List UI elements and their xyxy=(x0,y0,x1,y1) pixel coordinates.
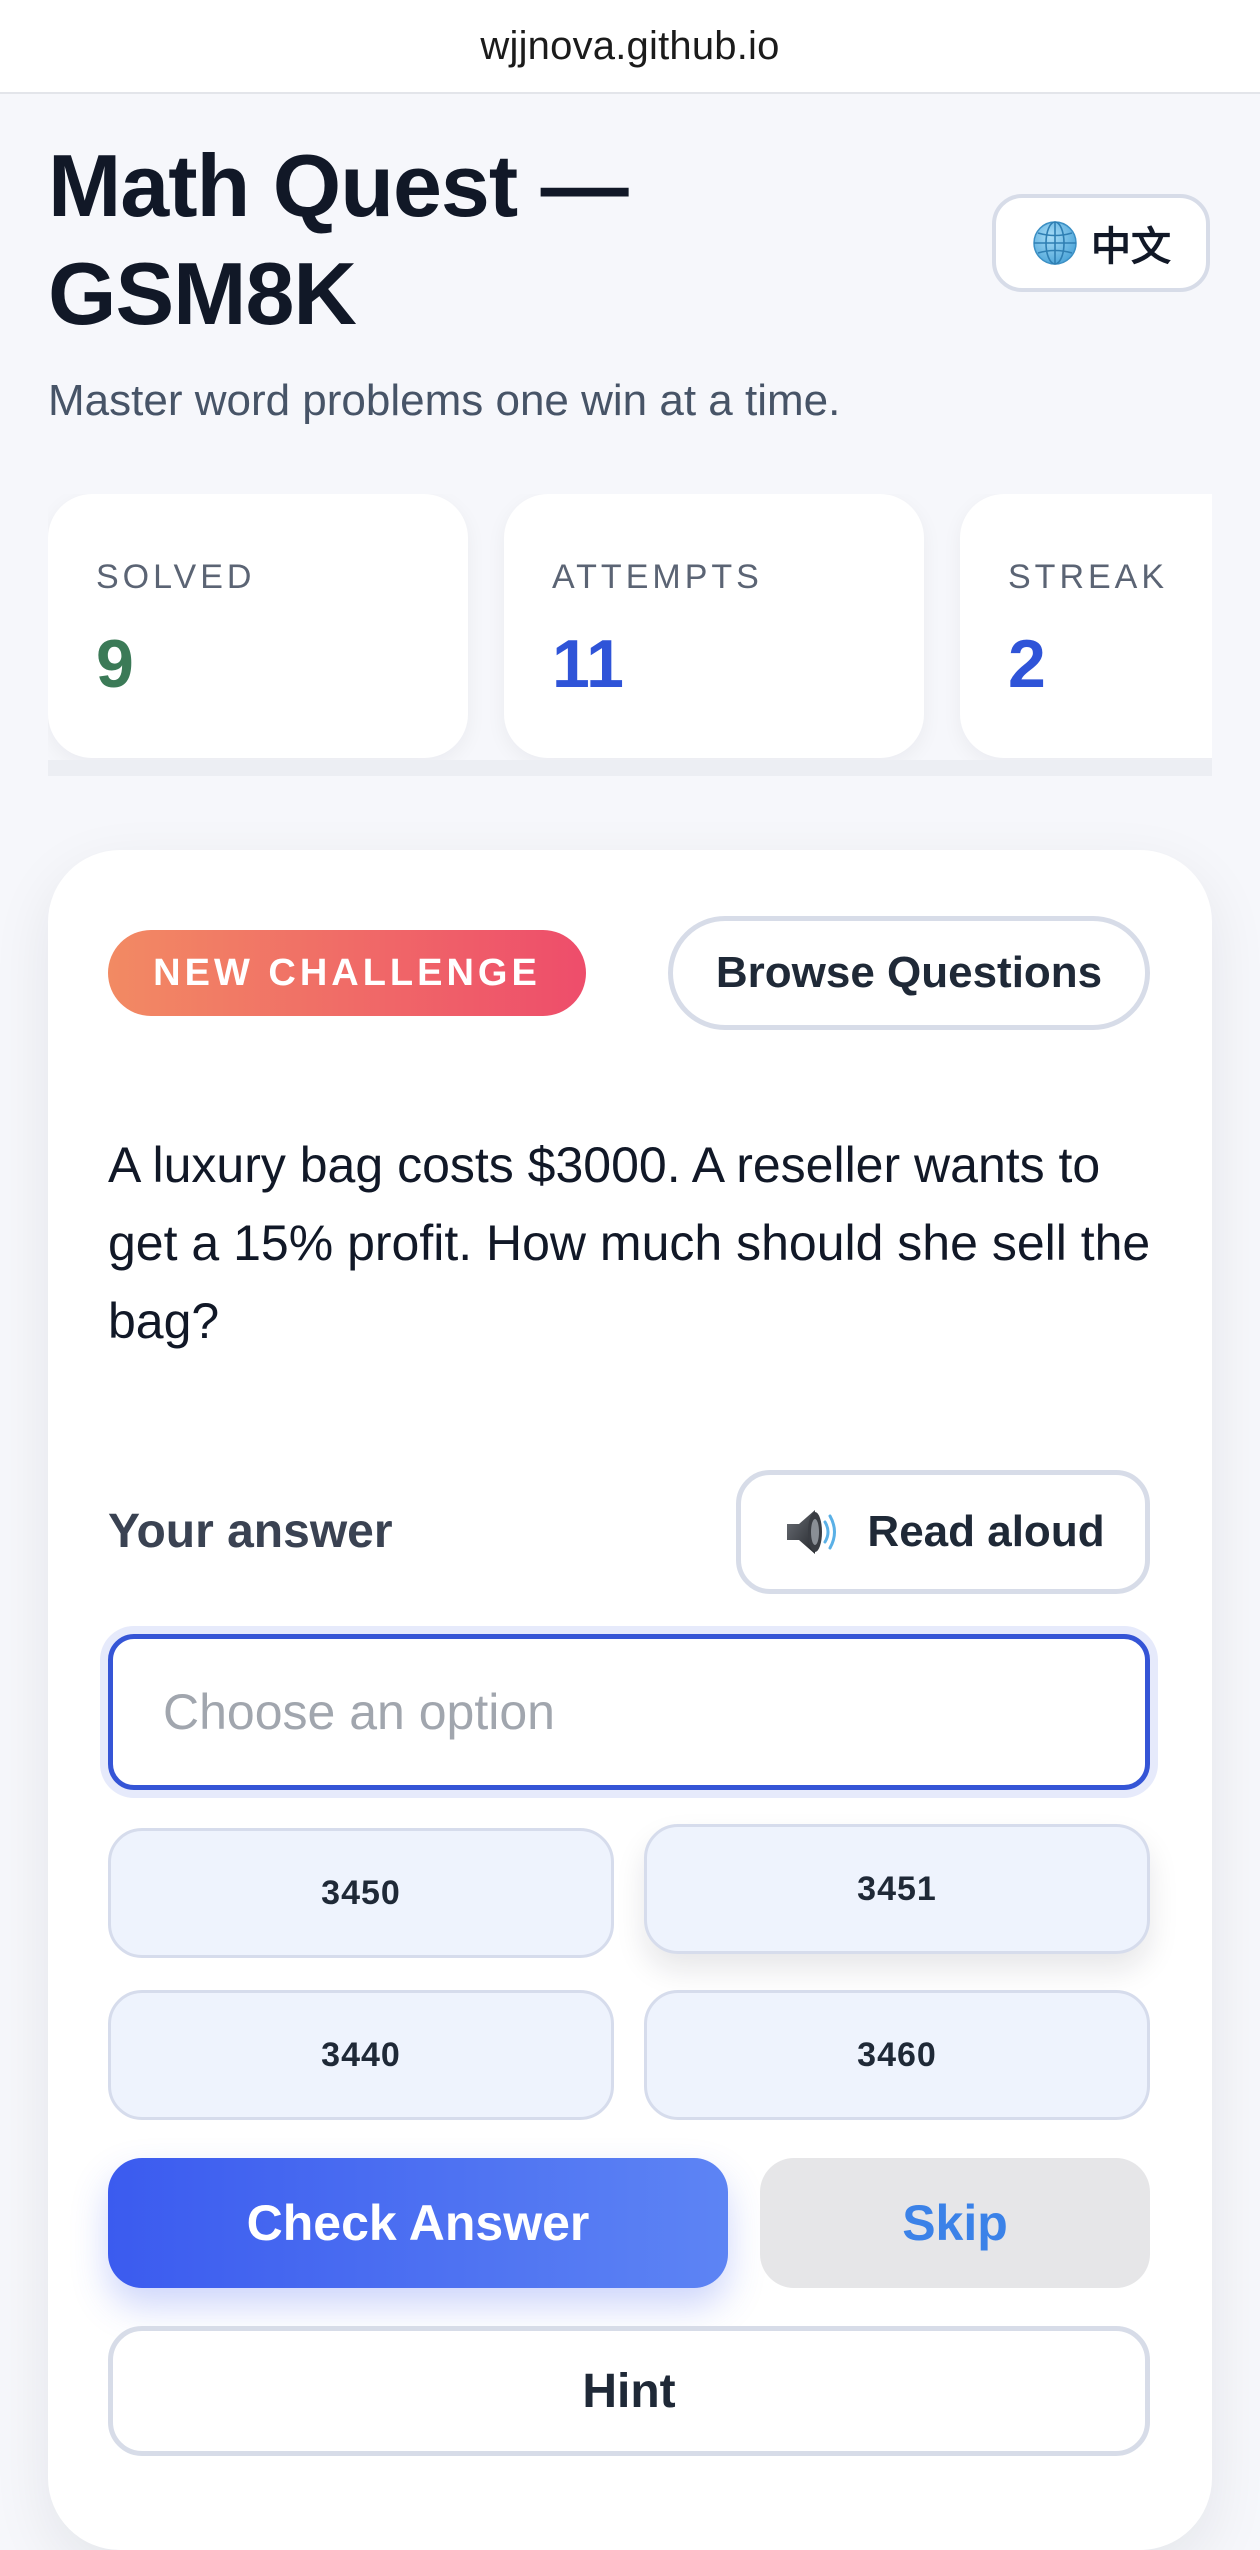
answer-option-3451[interactable]: 3451 xyxy=(644,1824,1150,1954)
answer-option-3440[interactable]: 3440 xyxy=(108,1990,614,2120)
language-toggle-button[interactable]: 中文 xyxy=(992,194,1210,292)
speaker-icon xyxy=(787,1510,837,1554)
page-subtitle: Master word problems one win at a time. xyxy=(48,376,841,425)
url-text[interactable]: wjjnova.github.io xyxy=(480,24,779,69)
stat-card-attempts: ATTEMPTS 11 xyxy=(504,494,924,758)
stats-scrollbar[interactable] xyxy=(48,760,1212,776)
stat-label: STREAK xyxy=(1008,558,1169,596)
browse-questions-button[interactable]: Browse Questions xyxy=(668,916,1150,1030)
stat-value-attempts: 11 xyxy=(552,626,624,702)
stat-value-streak: 2 xyxy=(1008,626,1046,702)
read-aloud-label: Read aloud xyxy=(867,1507,1105,1556)
skip-button[interactable]: Skip xyxy=(760,2158,1150,2288)
stat-label: ATTEMPTS xyxy=(552,558,763,596)
question-text: A luxury bag costs $3000. A reseller wan… xyxy=(108,1137,1151,1349)
stat-value-solved: 9 xyxy=(96,626,134,702)
language-label: 中文 xyxy=(1091,225,1171,269)
check-answer-button[interactable]: Check Answer xyxy=(108,2158,728,2288)
stat-card-solved: SOLVED 9 xyxy=(48,494,468,758)
read-aloud-button[interactable]: Read aloud xyxy=(736,1470,1150,1594)
globe-icon xyxy=(1033,221,1077,265)
answer-option-3450[interactable]: 3450 xyxy=(108,1828,614,1958)
answer-input[interactable] xyxy=(108,1634,1150,1790)
page-title: Math Quest — GSM8K xyxy=(48,136,629,343)
answer-option-3460[interactable]: 3460 xyxy=(644,1990,1150,2120)
answer-label: Your answer xyxy=(108,1505,393,1558)
hint-button[interactable]: Hint xyxy=(108,2326,1150,2456)
new-challenge-badge: NEW CHALLENGE xyxy=(108,930,586,1016)
stat-card-streak: STREAK 2 xyxy=(960,494,1212,758)
browser-url-bar[interactable]: wjjnova.github.io xyxy=(0,0,1260,94)
stats-row[interactable]: SOLVED 9 ATTEMPTS 11 STREAK 2 xyxy=(48,494,1212,776)
stat-label: SOLVED xyxy=(96,558,256,596)
